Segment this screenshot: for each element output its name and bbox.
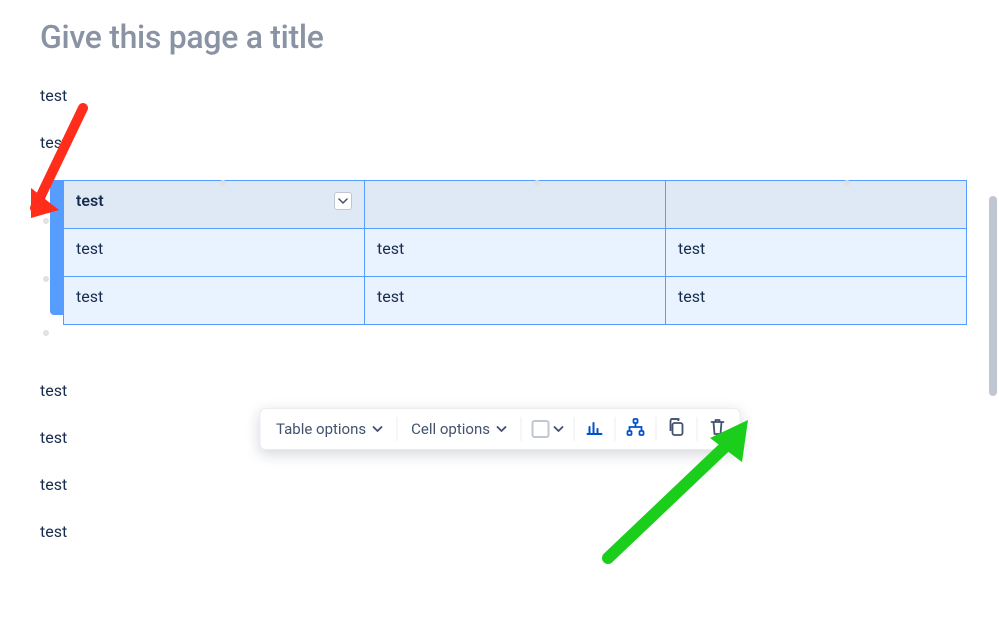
table-header-cell[interactable]	[365, 181, 666, 229]
cell-text: test	[76, 239, 103, 258]
row-drag-handle[interactable]	[43, 218, 49, 224]
cell-options-label: Cell options	[411, 420, 490, 438]
delete-button[interactable]	[699, 413, 735, 445]
chart-icon	[584, 417, 604, 441]
table-floating-toolbar: Table options Cell options	[259, 408, 740, 450]
cell-background-button[interactable]	[523, 414, 571, 444]
toolbar-separator	[573, 417, 574, 441]
table-cell[interactable]: test	[64, 229, 365, 277]
page-title-placeholder[interactable]: Give this page a title	[40, 18, 967, 56]
row-drag-handle[interactable]	[43, 330, 49, 336]
cell-text: test	[377, 287, 404, 306]
table-header-cell[interactable]	[666, 181, 967, 229]
chevron-down-icon	[553, 424, 563, 434]
paragraph[interactable]: test	[40, 86, 967, 105]
trash-icon	[707, 417, 727, 441]
cell-text: test	[76, 287, 103, 306]
color-swatch-icon	[531, 420, 549, 438]
toolbar-separator	[520, 417, 521, 441]
chart-button[interactable]	[576, 413, 612, 445]
hierarchy-icon	[625, 417, 645, 441]
cell-text: test	[76, 191, 104, 210]
header-sort-button[interactable]	[334, 192, 352, 210]
chevron-down-icon	[496, 424, 506, 434]
paragraph[interactable]: test	[40, 381, 967, 400]
paragraph[interactable]: test	[40, 133, 967, 152]
table-cell[interactable]: test	[666, 229, 967, 277]
row-drag-handle[interactable]	[43, 276, 49, 282]
toolbar-separator	[396, 417, 397, 441]
table-options-label: Table options	[276, 420, 366, 438]
hierarchy-button[interactable]	[617, 413, 653, 445]
editor-page: Give this page a title test test test	[0, 0, 999, 541]
table-header-cell[interactable]: test	[64, 181, 365, 229]
toolbar-separator	[655, 417, 656, 441]
paragraph[interactable]: test	[40, 475, 967, 494]
toolbar-separator	[696, 417, 697, 441]
table-cell[interactable]: test	[64, 277, 365, 325]
chevron-down-icon	[372, 424, 382, 434]
vertical-scrollbar[interactable]	[989, 196, 997, 396]
cell-text: test	[377, 239, 404, 258]
column-drag-handle[interactable]	[220, 180, 226, 186]
cell-options-button[interactable]: Cell options	[399, 414, 518, 444]
paragraph[interactable]: test	[40, 522, 967, 541]
table-cell[interactable]: test	[666, 277, 967, 325]
cell-text: test	[678, 287, 705, 306]
table-row-selection-bar[interactable]	[50, 180, 63, 315]
column-drag-handle[interactable]	[844, 180, 850, 186]
copy-button[interactable]	[658, 413, 694, 445]
copy-icon	[666, 417, 686, 441]
cell-text: test	[678, 239, 705, 258]
table-cell[interactable]: test	[365, 277, 666, 325]
editor-table[interactable]: test test test test test test test	[63, 180, 967, 325]
column-drag-handle[interactable]	[534, 180, 540, 186]
table-options-button[interactable]: Table options	[264, 414, 394, 444]
table-container: test test test test test test test	[40, 180, 967, 325]
toolbar-separator	[614, 417, 615, 441]
table-cell[interactable]: test	[365, 229, 666, 277]
